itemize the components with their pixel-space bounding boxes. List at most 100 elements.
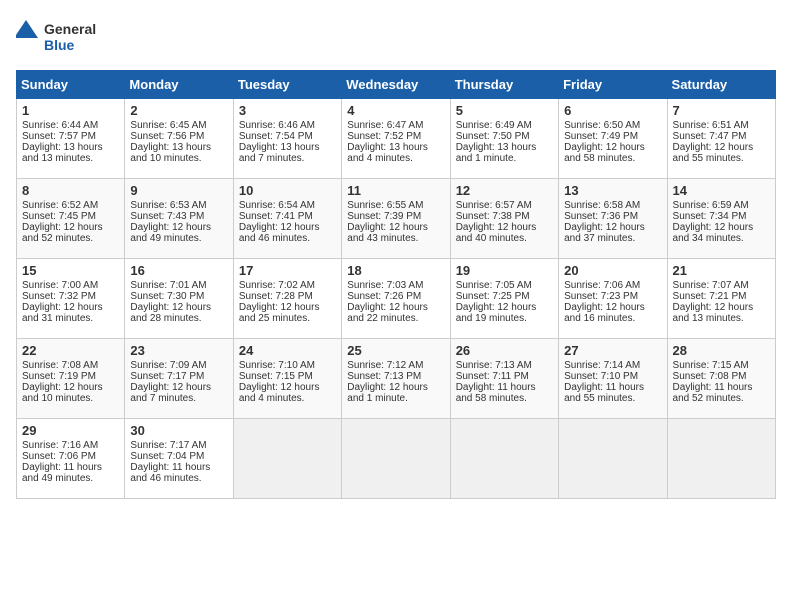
cell-text: and 58 minutes. bbox=[564, 153, 661, 164]
cell-text: and 31 minutes. bbox=[22, 313, 119, 324]
cell-text: Daylight: 12 hours bbox=[347, 382, 444, 393]
calendar-cell: 5Sunrise: 6:49 AMSunset: 7:50 PMDaylight… bbox=[450, 99, 558, 179]
calendar-cell: 10Sunrise: 6:54 AMSunset: 7:41 PMDayligh… bbox=[233, 179, 341, 259]
cell-text: and 46 minutes. bbox=[239, 233, 336, 244]
calendar-cell: 17Sunrise: 7:02 AMSunset: 7:28 PMDayligh… bbox=[233, 259, 341, 339]
cell-text: Sunset: 7:56 PM bbox=[130, 131, 227, 142]
cell-text: and 40 minutes. bbox=[456, 233, 553, 244]
calendar-cell: 8Sunrise: 6:52 AMSunset: 7:45 PMDaylight… bbox=[17, 179, 125, 259]
calendar-week-row: 22Sunrise: 7:08 AMSunset: 7:19 PMDayligh… bbox=[17, 339, 776, 419]
cell-text: Sunrise: 6:54 AM bbox=[239, 200, 336, 211]
day-number: 18 bbox=[347, 263, 444, 278]
cell-text: and 43 minutes. bbox=[347, 233, 444, 244]
calendar-cell: 18Sunrise: 7:03 AMSunset: 7:26 PMDayligh… bbox=[342, 259, 450, 339]
day-number: 17 bbox=[239, 263, 336, 278]
cell-text: and 28 minutes. bbox=[130, 313, 227, 324]
day-number: 11 bbox=[347, 183, 444, 198]
cell-text: Sunset: 7:43 PM bbox=[130, 211, 227, 222]
cell-text: Sunrise: 7:13 AM bbox=[456, 360, 553, 371]
cell-text: Sunset: 7:06 PM bbox=[22, 451, 119, 462]
day-number: 26 bbox=[456, 343, 553, 358]
cell-text: Daylight: 12 hours bbox=[239, 302, 336, 313]
cell-text: Sunrise: 7:05 AM bbox=[456, 280, 553, 291]
cell-text: Sunset: 7:10 PM bbox=[564, 371, 661, 382]
cell-text: Sunset: 7:57 PM bbox=[22, 131, 119, 142]
cell-text: Sunrise: 7:08 AM bbox=[22, 360, 119, 371]
weekday-header-thursday: Thursday bbox=[450, 71, 558, 99]
weekday-header-sunday: Sunday bbox=[17, 71, 125, 99]
calendar-cell: 27Sunrise: 7:14 AMSunset: 7:10 PMDayligh… bbox=[559, 339, 667, 419]
calendar-week-row: 8Sunrise: 6:52 AMSunset: 7:45 PMDaylight… bbox=[17, 179, 776, 259]
calendar-cell: 6Sunrise: 6:50 AMSunset: 7:49 PMDaylight… bbox=[559, 99, 667, 179]
calendar-cell: 20Sunrise: 7:06 AMSunset: 7:23 PMDayligh… bbox=[559, 259, 667, 339]
cell-text: Daylight: 12 hours bbox=[673, 142, 770, 153]
cell-text: and 52 minutes. bbox=[673, 393, 770, 404]
day-number: 10 bbox=[239, 183, 336, 198]
cell-text: Daylight: 12 hours bbox=[22, 382, 119, 393]
day-number: 24 bbox=[239, 343, 336, 358]
day-number: 12 bbox=[456, 183, 553, 198]
cell-text: Daylight: 11 hours bbox=[22, 462, 119, 473]
logo: General Blue bbox=[16, 16, 106, 58]
calendar-cell: 30Sunrise: 7:17 AMSunset: 7:04 PMDayligh… bbox=[125, 419, 233, 499]
cell-text: Sunrise: 7:01 AM bbox=[130, 280, 227, 291]
cell-text: and 16 minutes. bbox=[564, 313, 661, 324]
calendar-cell bbox=[342, 419, 450, 499]
cell-text: Sunrise: 7:16 AM bbox=[22, 440, 119, 451]
cell-text: Sunrise: 7:00 AM bbox=[22, 280, 119, 291]
day-number: 5 bbox=[456, 103, 553, 118]
cell-text: Sunrise: 6:47 AM bbox=[347, 120, 444, 131]
day-number: 15 bbox=[22, 263, 119, 278]
cell-text: Sunset: 7:15 PM bbox=[239, 371, 336, 382]
cell-text: Sunset: 7:04 PM bbox=[130, 451, 227, 462]
cell-text: and 34 minutes. bbox=[673, 233, 770, 244]
weekday-header-wednesday: Wednesday bbox=[342, 71, 450, 99]
calendar-cell: 25Sunrise: 7:12 AMSunset: 7:13 PMDayligh… bbox=[342, 339, 450, 419]
calendar-cell bbox=[559, 419, 667, 499]
day-number: 22 bbox=[22, 343, 119, 358]
svg-text:Blue: Blue bbox=[44, 37, 75, 53]
cell-text: and 19 minutes. bbox=[456, 313, 553, 324]
cell-text: and 49 minutes. bbox=[22, 473, 119, 484]
day-number: 21 bbox=[673, 263, 770, 278]
cell-text: Sunrise: 6:58 AM bbox=[564, 200, 661, 211]
cell-text: Daylight: 12 hours bbox=[564, 222, 661, 233]
weekday-header-saturday: Saturday bbox=[667, 71, 775, 99]
cell-text: and 4 minutes. bbox=[239, 393, 336, 404]
weekday-header-monday: Monday bbox=[125, 71, 233, 99]
cell-text: Daylight: 13 hours bbox=[456, 142, 553, 153]
cell-text: Sunrise: 6:49 AM bbox=[456, 120, 553, 131]
calendar-cell: 21Sunrise: 7:07 AMSunset: 7:21 PMDayligh… bbox=[667, 259, 775, 339]
calendar-cell: 13Sunrise: 6:58 AMSunset: 7:36 PMDayligh… bbox=[559, 179, 667, 259]
cell-text: Daylight: 11 hours bbox=[564, 382, 661, 393]
day-number: 7 bbox=[673, 103, 770, 118]
calendar-week-row: 15Sunrise: 7:00 AMSunset: 7:32 PMDayligh… bbox=[17, 259, 776, 339]
cell-text: Sunrise: 6:50 AM bbox=[564, 120, 661, 131]
cell-text: and 25 minutes. bbox=[239, 313, 336, 324]
calendar-cell: 11Sunrise: 6:55 AMSunset: 7:39 PMDayligh… bbox=[342, 179, 450, 259]
calendar-cell: 28Sunrise: 7:15 AMSunset: 7:08 PMDayligh… bbox=[667, 339, 775, 419]
cell-text: Daylight: 12 hours bbox=[347, 302, 444, 313]
cell-text: Sunrise: 7:14 AM bbox=[564, 360, 661, 371]
day-number: 6 bbox=[564, 103, 661, 118]
calendar-week-row: 1Sunrise: 6:44 AMSunset: 7:57 PMDaylight… bbox=[17, 99, 776, 179]
day-number: 25 bbox=[347, 343, 444, 358]
cell-text: Sunrise: 6:59 AM bbox=[673, 200, 770, 211]
cell-text: Daylight: 13 hours bbox=[22, 142, 119, 153]
cell-text: Sunset: 7:39 PM bbox=[347, 211, 444, 222]
calendar-cell bbox=[233, 419, 341, 499]
cell-text: Sunrise: 7:03 AM bbox=[347, 280, 444, 291]
logo-svg: General Blue bbox=[16, 16, 106, 58]
cell-text: Sunrise: 6:51 AM bbox=[673, 120, 770, 131]
cell-text: Sunset: 7:23 PM bbox=[564, 291, 661, 302]
day-number: 16 bbox=[130, 263, 227, 278]
cell-text: and 37 minutes. bbox=[564, 233, 661, 244]
cell-text: Daylight: 13 hours bbox=[239, 142, 336, 153]
calendar-cell: 4Sunrise: 6:47 AMSunset: 7:52 PMDaylight… bbox=[342, 99, 450, 179]
day-number: 2 bbox=[130, 103, 227, 118]
cell-text: Sunrise: 7:12 AM bbox=[347, 360, 444, 371]
cell-text: and 52 minutes. bbox=[22, 233, 119, 244]
calendar-cell: 12Sunrise: 6:57 AMSunset: 7:38 PMDayligh… bbox=[450, 179, 558, 259]
calendar-table: SundayMondayTuesdayWednesdayThursdayFrid… bbox=[16, 70, 776, 499]
cell-text: Sunset: 7:21 PM bbox=[673, 291, 770, 302]
